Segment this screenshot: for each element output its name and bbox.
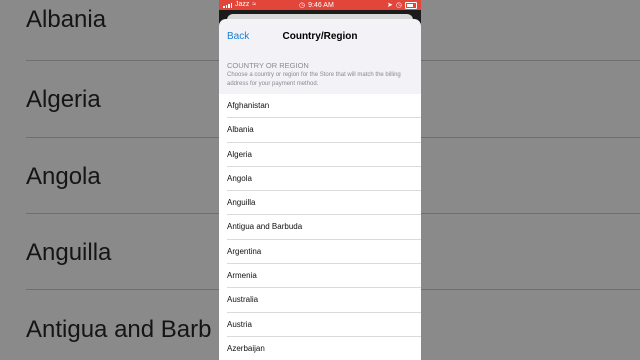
background-item-label: Albania <box>26 6 107 33</box>
country-label: Australia <box>227 295 259 305</box>
navigation-bar: Back Country/Region <box>219 19 421 55</box>
background-item-label: Angola <box>26 163 101 190</box>
section-header: COUNTRY OR REGION <box>227 61 309 70</box>
country-label: Angola <box>227 173 252 183</box>
country-row-armenia[interactable]: Armenia <box>219 264 421 289</box>
country-label: Antigua and Barbuda <box>227 222 303 232</box>
country-row-argentina[interactable]: Argentina <box>219 239 421 265</box>
country-label: Afghanistan <box>227 101 270 110</box>
country-row-azerbaijan[interactable]: Azerbaijan <box>219 336 421 360</box>
country-label: Argentina <box>227 246 262 256</box>
country-row-austria[interactable]: Austria <box>219 312 421 337</box>
background-item-label: Antigua and Barb <box>26 316 212 343</box>
background-item-label: Algeria <box>26 86 101 113</box>
country-label: Armenia <box>227 271 257 281</box>
background-item-label: Anguilla <box>26 239 112 266</box>
country-row-antigua-and-barbuda[interactable]: Antigua and Barbuda <box>219 215 421 240</box>
country-row-afghanistan[interactable]: Afghanistan <box>219 94 421 119</box>
status-left: Jazz ≈ <box>223 1 256 8</box>
carrier-label: Jazz <box>235 1 250 8</box>
country-row-anguilla[interactable]: Anguilla <box>219 191 421 216</box>
country-label: Austria <box>227 319 252 329</box>
country-label: Azerbaijan <box>227 343 265 353</box>
page-title: Country/Region <box>282 31 358 42</box>
status-bar: Jazz ≈ ◷ 9:46 AM ➤ ◷ <box>219 0 421 10</box>
location-icon: ➤ <box>387 2 393 9</box>
wifi-icon: ≈ <box>252 1 257 8</box>
signal-icon <box>223 2 232 8</box>
status-center: ◷ 9:46 AM <box>299 1 334 10</box>
country-list: Afghanistan Albania Algeria Angola Angui… <box>219 94 421 360</box>
phone-screen: Jazz ≈ ◷ 9:46 AM ➤ ◷ Back Country/Region… <box>219 0 421 360</box>
country-row-algeria[interactable]: Algeria <box>219 142 421 167</box>
country-row-australia[interactable]: Australia <box>219 288 421 313</box>
country-label: Anguilla <box>227 198 256 208</box>
clock-icon: ◷ <box>299 2 306 9</box>
alarm-icon: ◷ <box>395 2 402 9</box>
status-right: ➤ ◷ <box>387 1 417 9</box>
country-row-angola[interactable]: Angola <box>219 166 421 192</box>
section-description: Choose a country or region for the Store… <box>227 72 401 87</box>
country-row-albania[interactable]: Albania <box>219 118 421 143</box>
country-region-sheet: Back Country/Region COUNTRY OR REGION Ch… <box>219 19 421 360</box>
battery-icon <box>405 1 417 9</box>
country-label: Algeria <box>227 149 252 159</box>
status-time: 9:46 AM <box>308 1 334 9</box>
country-label: Albania <box>227 125 254 135</box>
